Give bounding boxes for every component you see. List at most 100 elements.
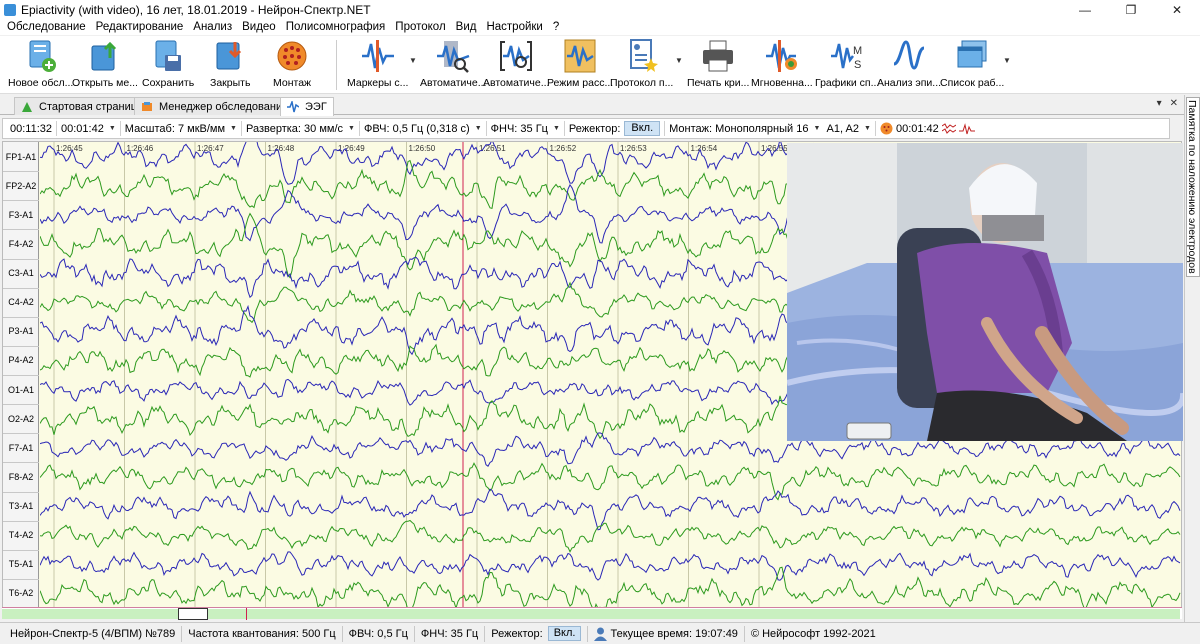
- channel-label[interactable]: P4-A2: [3, 354, 39, 366]
- channel-label[interactable]: FP2-A2: [3, 180, 39, 192]
- chevron-down-icon: ▼: [230, 125, 237, 132]
- start-page-icon: [22, 101, 32, 112]
- current-time-field[interactable]: 00:11:32: [6, 121, 58, 136]
- work-list-button[interactable]: Список раб...: [940, 36, 1004, 94]
- menu-settings[interactable]: Настройки: [481, 19, 547, 35]
- timeline-thumb[interactable]: [178, 608, 208, 620]
- channel-label[interactable]: T4-A2: [3, 529, 39, 541]
- channel-divider: [3, 578, 39, 580]
- timeline-cursor: [246, 608, 247, 620]
- channel-label[interactable]: F7-A1: [3, 442, 39, 454]
- notch-status-button[interactable]: Вкл.: [547, 626, 582, 641]
- notch-status: Режектор: Вкл.: [485, 625, 589, 642]
- menu-video[interactable]: Видео: [237, 19, 281, 35]
- epoch-field[interactable]: 00:01:42 ▼: [57, 121, 121, 136]
- channel-label[interactable]: O2-A2: [3, 413, 39, 425]
- eeg-trace: [40, 488, 1181, 531]
- chevron-down-icon: ▼: [813, 125, 821, 132]
- printer-icon: [703, 40, 734, 72]
- time-mark-label: 1:26:49: [338, 144, 365, 153]
- markers-icon: [361, 40, 394, 72]
- timeline-scrollbar[interactable]: [2, 607, 1182, 620]
- tab-eeg[interactable]: ЭЭГ: [280, 97, 334, 116]
- channel-labels: FP1-A1 FP2-A2 F3-A1 F4-A2 C3-A1 C4-A2 P3-A1 P4-…: [3, 142, 39, 607]
- montage-select[interactable]: Монтаж: Монополярный 16 ▼ A1, A2 ▼: [665, 121, 876, 136]
- channel-divider: [3, 491, 39, 493]
- eeg-tab-icon: [287, 101, 299, 113]
- spike-icon[interactable]: [958, 122, 975, 135]
- notch-toggle-button[interactable]: Вкл.: [624, 121, 661, 136]
- device-status: Нейрон-Спектр-5 (4/ВПМ) №789: [4, 625, 183, 642]
- hpf-select[interactable]: ФВЧ: 0,5 Гц (0,318 с) ▼: [360, 121, 487, 136]
- tab-close-button[interactable]: ✕: [1170, 98, 1178, 109]
- channel-label[interactable]: FP1-A1: [3, 151, 39, 163]
- menu-edit[interactable]: Редактирование: [91, 19, 189, 35]
- view-mode-button[interactable]: Режим расс...: [547, 36, 613, 94]
- chevron-down-icon: ▼: [474, 125, 482, 132]
- sweep-select[interactable]: Развертка: 30 мм/с ▼: [242, 121, 360, 136]
- channel-label[interactable]: F8-A2: [3, 471, 39, 483]
- epi-analysis-button[interactable]: Анализ эпи...: [877, 36, 941, 94]
- menu-exam[interactable]: Обследование: [2, 19, 91, 35]
- waves-icon[interactable]: [941, 122, 956, 135]
- spectra-graph-button[interactable]: MS Графики сп...: [815, 36, 879, 94]
- hpf-status: ФВЧ: 0,5 Гц: [343, 625, 415, 642]
- menu-help[interactable]: ?: [548, 19, 564, 35]
- channel-label[interactable]: T5-A1: [3, 558, 39, 570]
- time-mark-label: 1:26:48: [268, 144, 295, 153]
- head-icon[interactable]: [880, 122, 893, 135]
- open-button[interactable]: Открыть ме...: [72, 36, 138, 94]
- instant-map-button[interactable]: Мгновенна...: [751, 36, 813, 94]
- markers-button[interactable]: Маркеры с...: [347, 36, 408, 94]
- channel-divider: [3, 287, 39, 289]
- menu-view[interactable]: Вид: [451, 19, 482, 35]
- menu-polysomnography[interactable]: Полисомнография: [281, 19, 391, 35]
- scale-select[interactable]: Масштаб: 7 мкВ/мм ▼: [121, 121, 242, 136]
- eeg-trace: [40, 519, 1181, 553]
- electrode-guide-tab[interactable]: Памятка по наложению электродов: [1186, 97, 1200, 277]
- save-button[interactable]: Сохранить: [142, 36, 194, 94]
- channel-label[interactable]: F4-A2: [3, 238, 39, 250]
- auto-detect-icon: [500, 41, 533, 71]
- channel-label[interactable]: F3-A1: [3, 209, 39, 221]
- protocol-button[interactable]: Протокол п...: [610, 36, 673, 94]
- menu-analysis[interactable]: Анализ: [188, 19, 237, 35]
- menu-protocol[interactable]: Протокол: [390, 19, 450, 35]
- auto-analysis-button[interactable]: Автоматиче...: [420, 36, 486, 94]
- channel-divider: [3, 462, 39, 464]
- instant-map-icon: [765, 40, 797, 72]
- tab-exam-manager[interactable]: Менеджер обследований: [134, 97, 296, 115]
- protocol-dropdown-arrow[interactable]: ▼: [675, 56, 683, 65]
- new-exam-button[interactable]: Новое обсл...: [8, 36, 73, 94]
- tab-start-page[interactable]: Стартовая страница: [14, 97, 151, 115]
- channel-divider: [3, 520, 39, 522]
- channel-label[interactable]: T6-A2: [3, 587, 39, 599]
- spectra-graph-icon: MS: [831, 43, 862, 71]
- lpf-select[interactable]: ФНЧ: 35 Гц ▼: [487, 121, 565, 136]
- auto-detect-button[interactable]: Автоматиче...: [483, 36, 549, 94]
- channel-label[interactable]: P3-A1: [3, 325, 39, 337]
- toolbar-separator: [336, 40, 337, 90]
- close-exam-button[interactable]: Закрыть: [210, 36, 250, 94]
- channel-label[interactable]: C4-A2: [3, 296, 39, 308]
- markers-dropdown-arrow[interactable]: ▼: [409, 56, 417, 65]
- work-list-dropdown-arrow[interactable]: ▼: [1003, 56, 1011, 65]
- video-panel[interactable]: [787, 143, 1183, 441]
- side-panel: Памятка по наложению электродов: [1184, 95, 1200, 622]
- print-button[interactable]: Печать кри...: [687, 36, 749, 94]
- channel-divider: [3, 375, 39, 376]
- time-mark-label: 1:26:50: [409, 144, 436, 153]
- tab-list-button[interactable]: ▾: [1157, 98, 1162, 109]
- close-window-button[interactable]: ✕: [1154, 0, 1200, 19]
- new-exam-icon: [29, 40, 56, 72]
- epi-analysis-icon: [893, 40, 925, 70]
- montage-button[interactable]: Монтаж: [273, 36, 311, 94]
- minimize-button[interactable]: —: [1062, 0, 1108, 19]
- save-icon: [155, 40, 182, 71]
- maximize-button[interactable]: ❐: [1108, 0, 1154, 19]
- channel-label[interactable]: C3-A1: [3, 267, 39, 279]
- channel-label[interactable]: T3-A1: [3, 500, 39, 512]
- svg-text:M: M: [853, 45, 862, 57]
- channel-label[interactable]: O1-A1: [3, 384, 39, 396]
- channel-divider: [3, 200, 39, 202]
